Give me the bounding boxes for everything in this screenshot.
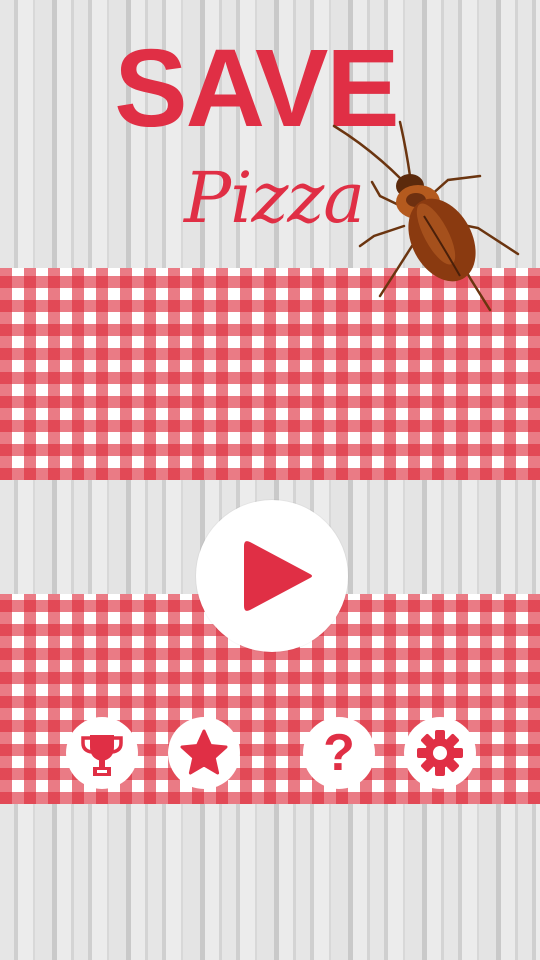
- star-icon: [180, 729, 228, 775]
- play-button[interactable]: [196, 500, 348, 652]
- play-icon: [244, 541, 312, 611]
- help-button[interactable]: ?: [303, 717, 375, 789]
- gear-icon: [417, 730, 463, 776]
- cockroach-icon: [332, 120, 520, 312]
- help-icon: ?: [323, 724, 355, 782]
- leaderboard-button[interactable]: [66, 717, 138, 789]
- rate-button[interactable]: [168, 717, 240, 789]
- trophy-icon: [81, 735, 123, 776]
- settings-button[interactable]: [404, 717, 476, 789]
